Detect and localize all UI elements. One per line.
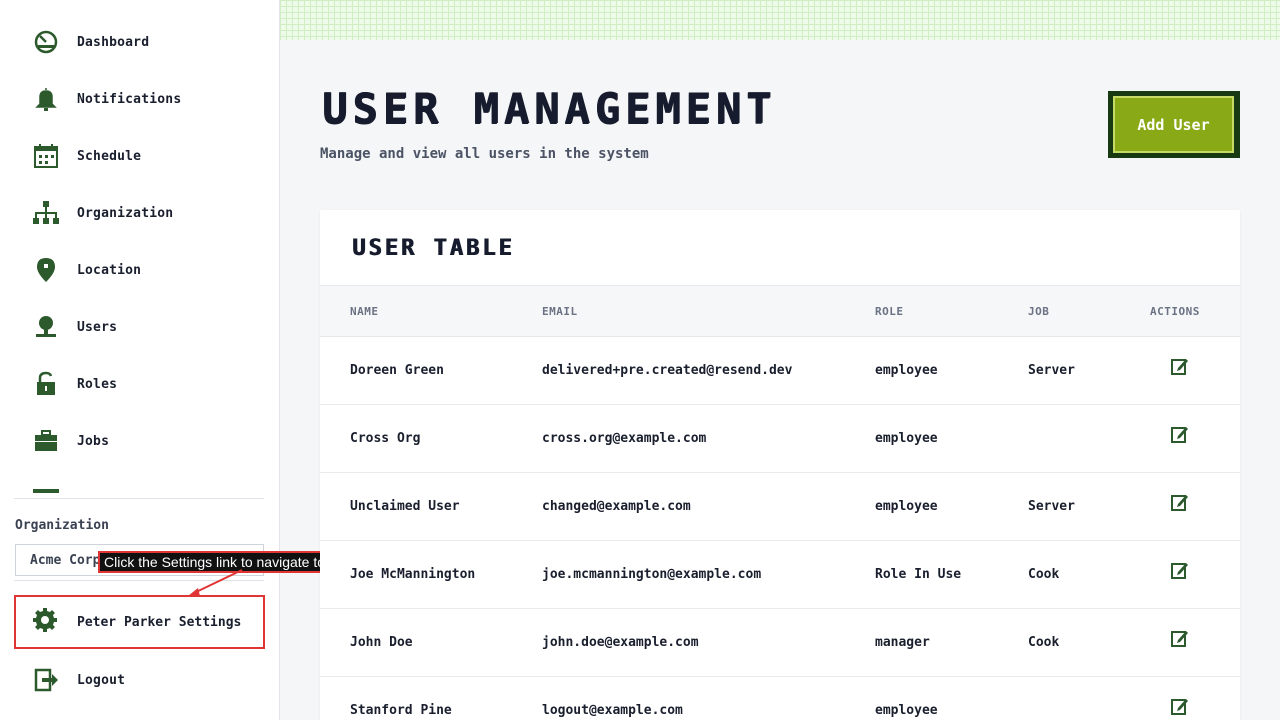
cell-email: cross.org@example.com xyxy=(542,431,707,446)
gear-icon xyxy=(32,607,58,637)
cell-job: Cook xyxy=(1028,635,1060,650)
sidebar-item-settings[interactable]: Peter Parker Settings xyxy=(14,595,265,649)
settings-label: Peter Parker Settings xyxy=(77,614,242,630)
sidebar-item-label: Schedule xyxy=(77,148,142,164)
cell-role: employee xyxy=(875,499,938,514)
logout-icon xyxy=(30,665,62,695)
lock-icon xyxy=(30,369,62,399)
sidebar-item-location[interactable]: Location xyxy=(30,255,141,285)
table-header: NAME EMAIL ROLE JOB ACTIONS xyxy=(320,285,1240,337)
sidebar-item-users[interactable]: Users xyxy=(30,312,117,342)
column-header-name[interactable]: NAME xyxy=(350,305,379,318)
dashboard-icon xyxy=(30,27,62,57)
table-row: Cross Org cross.org@example.com employee xyxy=(320,405,1240,473)
sidebar-item-schedule[interactable]: Schedule xyxy=(30,141,141,171)
header-pattern xyxy=(280,0,1280,40)
sidebar-item-label: Roles xyxy=(77,376,118,392)
sidebar-item-label: Location xyxy=(77,262,142,278)
edit-icon[interactable] xyxy=(1171,697,1191,717)
cell-role: Role In Use xyxy=(875,567,962,582)
sidebar-item-label: Users xyxy=(77,319,118,335)
cell-role: employee xyxy=(875,703,938,718)
edit-icon[interactable] xyxy=(1171,561,1191,581)
bell-icon xyxy=(30,84,62,114)
sidebar-item-label: Organization xyxy=(77,205,174,221)
cell-email: delivered+pre.created@resend.dev xyxy=(542,363,793,378)
cell-name: Unclaimed User xyxy=(350,499,460,514)
page-title: User Management xyxy=(322,84,777,133)
sidebar: Dashboard Notifications Schedule Organiz… xyxy=(0,0,280,720)
location-pin-icon xyxy=(30,255,62,285)
cell-role: manager xyxy=(875,635,930,650)
cell-email: john.doe@example.com xyxy=(542,635,699,650)
cell-email: joe.mcmannington@example.com xyxy=(542,567,762,582)
cell-name: Stanford Pine xyxy=(350,703,452,718)
cell-email: logout@example.com xyxy=(542,703,683,718)
sidebar-item-notifications[interactable]: Notifications xyxy=(30,84,181,114)
add-user-label: Add User xyxy=(1113,96,1234,153)
table-row: Joe McMannington joe.mcmannington@exampl… xyxy=(320,541,1240,609)
sidebar-item-jobs[interactable]: Jobs xyxy=(30,426,109,456)
calendar-icon xyxy=(30,141,62,171)
cell-name: Cross Org xyxy=(350,431,421,446)
column-header-job[interactable]: JOB xyxy=(1028,305,1049,318)
edit-icon[interactable] xyxy=(1171,357,1191,377)
organization-label: Organization xyxy=(15,518,109,533)
sidebar-item-dashboard[interactable]: Dashboard xyxy=(30,27,149,57)
edit-icon[interactable] xyxy=(1171,493,1191,513)
cell-name: John Doe xyxy=(350,635,413,650)
cell-job: Server xyxy=(1028,363,1075,378)
cell-job: Cook xyxy=(1028,567,1060,582)
page-subtitle: Manage and view all users in the system xyxy=(320,146,649,162)
sidebar-item-label: Dashboard xyxy=(77,34,150,50)
cell-role: employee xyxy=(875,431,938,446)
table-row: Unclaimed User changed@example.com emplo… xyxy=(320,473,1240,541)
annotation-arrow xyxy=(188,569,243,596)
user-table-card: User Table NAME EMAIL ROLE JOB ACTIONS D… xyxy=(320,210,1240,720)
table-row: Stanford Pine logout@example.com employe… xyxy=(320,677,1240,720)
sidebar-item-label: Jobs xyxy=(77,433,110,449)
cell-role: employee xyxy=(875,363,938,378)
sidebar-item-partial xyxy=(33,489,59,493)
table-row: John Doe john.doe@example.com manager Co… xyxy=(320,609,1240,677)
column-header-role[interactable]: ROLE xyxy=(875,305,904,318)
edit-icon[interactable] xyxy=(1171,629,1191,649)
column-header-email[interactable]: EMAIL xyxy=(542,305,578,318)
add-user-button[interactable]: Add User xyxy=(1108,91,1240,158)
sidebar-item-logout[interactable]: Logout xyxy=(30,665,125,695)
edit-icon[interactable] xyxy=(1171,425,1191,445)
table-row: Doreen Green delivered+pre.created@resen… xyxy=(320,337,1240,405)
divider xyxy=(14,498,264,499)
user-icon xyxy=(30,312,62,342)
cell-name: Joe McMannington xyxy=(350,567,476,582)
org-chart-icon xyxy=(30,198,62,228)
cell-name: Doreen Green xyxy=(350,363,444,378)
sidebar-item-roles[interactable]: Roles xyxy=(30,369,117,399)
column-header-actions: ACTIONS xyxy=(1150,305,1200,318)
briefcase-icon xyxy=(30,426,62,456)
cell-job: Server xyxy=(1028,499,1075,514)
cell-email: changed@example.com xyxy=(542,499,691,514)
sidebar-item-label: Notifications xyxy=(77,91,182,107)
sidebar-item-organization[interactable]: Organization xyxy=(30,198,173,228)
sidebar-item-label: Logout xyxy=(77,672,126,688)
table-title: User Table xyxy=(352,236,515,261)
